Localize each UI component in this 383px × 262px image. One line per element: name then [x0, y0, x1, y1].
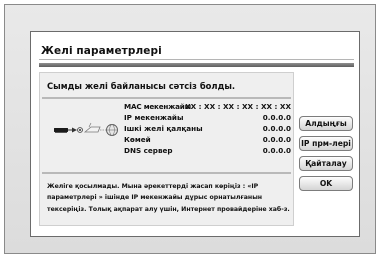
retry-button[interactable]: Қайталау	[299, 156, 353, 171]
info-label: MAC мекенжайы	[124, 102, 191, 111]
info-row-ip: IP мекенжайы 0.0.0.0	[124, 113, 291, 124]
info-row-subnet: Ішкі желі қалқаны 0.0.0.0	[124, 124, 291, 135]
network-settings-dialog: Желі параметрлері Сымды желі байланысы с…	[30, 31, 360, 237]
title-divider	[39, 63, 354, 67]
title-divider-thin	[39, 59, 354, 60]
content-panel: Сымды желі байланысы сәтсіз болды. MAC м…	[39, 72, 294, 226]
info-value: 0.0.0.0	[262, 124, 291, 133]
info-label: IP мекенжайы	[124, 113, 184, 122]
info-row-dns: DNS сервер 0.0.0.0	[124, 146, 291, 157]
info-label: Ішкі желі қалқаны	[124, 124, 203, 133]
info-row-mac: MAC мекенжайы XX : XX : XX : XX : XX : X…	[124, 102, 291, 113]
screen-frame: Желі параметрлері Сымды желі байланысы с…	[4, 4, 376, 254]
info-label: DNS сервер	[124, 146, 173, 155]
cable-line	[68, 127, 77, 133]
network-diagram	[54, 122, 118, 136]
info-label: Көмей	[124, 135, 151, 144]
dialog-title: Желі параметрлері	[41, 45, 162, 57]
info-value: 0.0.0.0	[262, 146, 291, 155]
button-column: Алдыңғы IP прм-лері Қайталау OK	[299, 116, 353, 196]
info-value: XX : XX : XX : XX : XX : XX	[185, 102, 291, 111]
status-message: Сымды желі байланысы сәтсіз болды.	[47, 81, 236, 91]
globe-icon	[106, 124, 118, 136]
network-info-table: MAC мекенжайы XX : XX : XX : XX : XX : X…	[124, 102, 291, 157]
player-device-icon	[54, 128, 68, 133]
ip-settings-button[interactable]: IP прм-лері	[299, 136, 353, 151]
ok-button[interactable]: OK	[299, 176, 353, 191]
status-divider	[42, 97, 291, 99]
info-value: 0.0.0.0	[262, 135, 291, 144]
info-row-gateway: Көмей 0.0.0.0	[124, 135, 291, 146]
next-button[interactable]: Алдыңғы	[299, 116, 353, 131]
help-divider	[42, 172, 291, 174]
router-icon	[83, 122, 101, 133]
info-value: 0.0.0.0	[262, 113, 291, 122]
help-text: Желіге қосылмады. Мына әрекеттерді жасап…	[47, 183, 290, 213]
connection-failed-icon	[77, 127, 83, 133]
